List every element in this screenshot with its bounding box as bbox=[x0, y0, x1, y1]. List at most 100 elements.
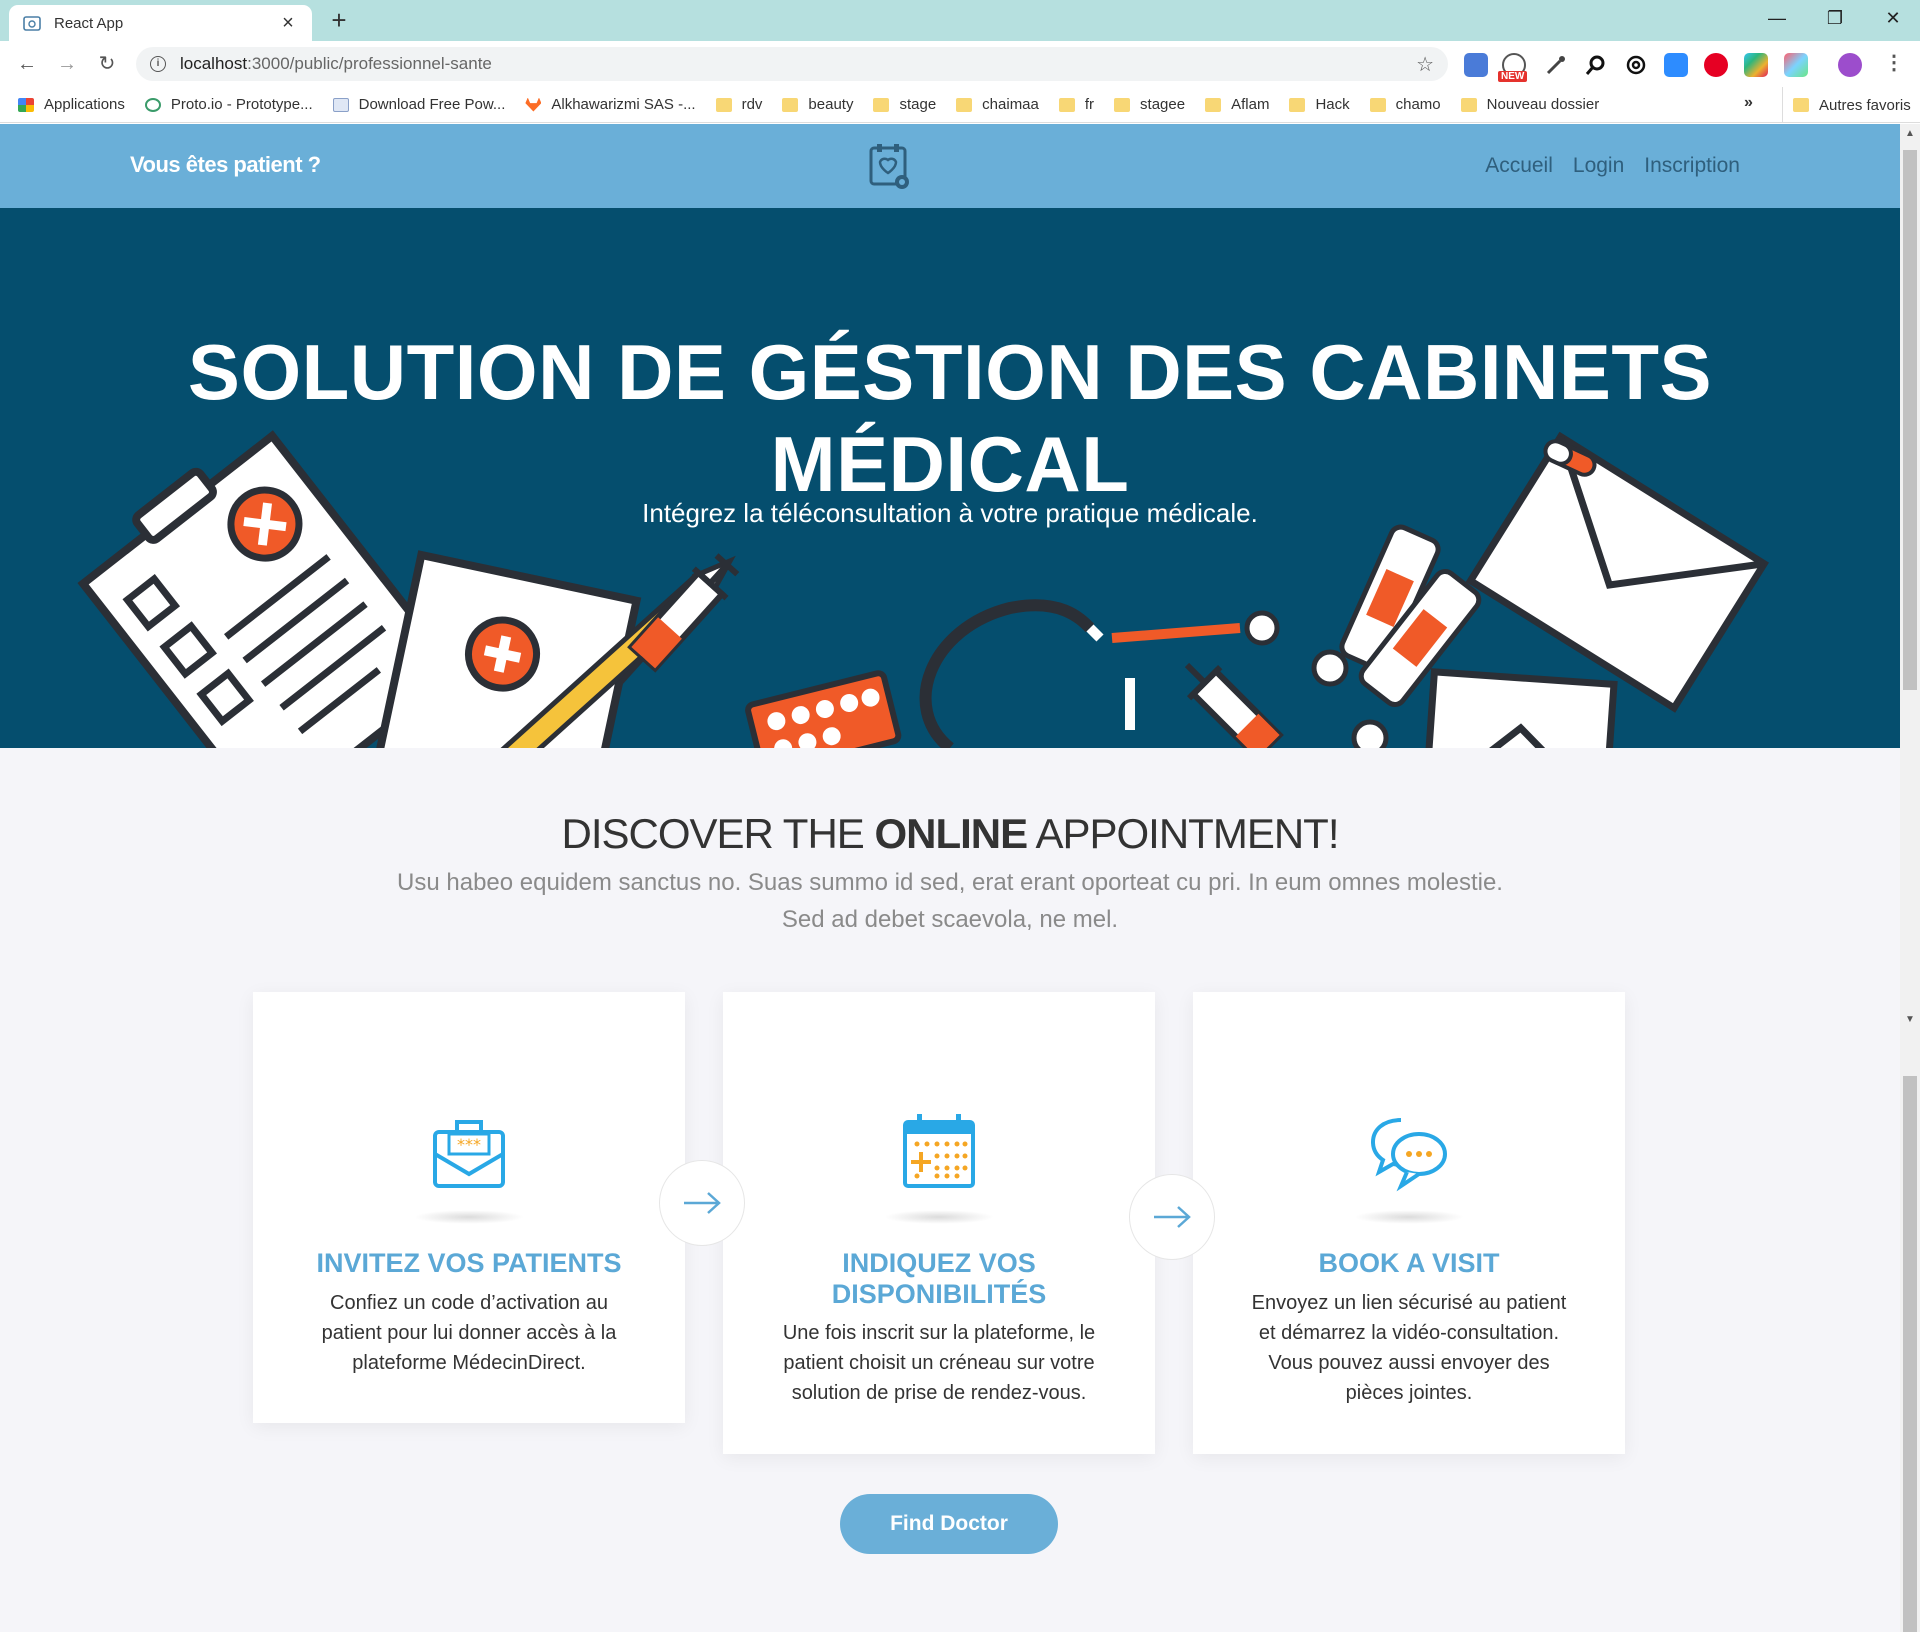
close-window-button[interactable]: ✕ bbox=[1864, 0, 1920, 38]
step-text-line: plateforme MédecinDirect. bbox=[352, 1352, 586, 1374]
discover-text-line2: Sed ad debet scaevola, ne mel. bbox=[781, 906, 1119, 933]
find-doctor-button[interactable]: Find Doctor bbox=[840, 1494, 1058, 1554]
slack-extension-icon[interactable] bbox=[1744, 53, 1768, 77]
forward-button[interactable]: → bbox=[52, 49, 82, 79]
zoom-extension-icon[interactable] bbox=[1664, 53, 1688, 77]
arrow-right-icon bbox=[1154, 1206, 1191, 1228]
clinic-logo-icon[interactable] bbox=[868, 142, 912, 192]
step-title: INVITEZ VOS PATIENTS bbox=[273, 1248, 665, 1279]
icon-shadow bbox=[1354, 1210, 1464, 1224]
envelope-code-icon: *** bbox=[433, 1120, 505, 1188]
reload-button[interactable]: ↻ bbox=[92, 49, 122, 79]
bookmark-label: fr bbox=[1084, 96, 1095, 113]
bookmark-item[interactable]: stagee bbox=[1114, 96, 1185, 113]
discover-title-post: APPOINTMENT! bbox=[1027, 810, 1339, 857]
restore-button[interactable]: ❐ bbox=[1806, 0, 1864, 38]
hero-title-line2: MÉDICAL bbox=[770, 420, 1130, 508]
folder-icon bbox=[1058, 97, 1075, 112]
step-title-line: INDIQUEZ VOS bbox=[842, 1248, 1036, 1278]
search-extension-icon[interactable] bbox=[1584, 53, 1608, 77]
extension-new-badge: NEW bbox=[1498, 71, 1528, 82]
step-text-line: Vous pouvez aussi envoyer des bbox=[1268, 1352, 1550, 1374]
minimize-button[interactable]: — bbox=[1748, 0, 1806, 38]
icon-shadow bbox=[884, 1210, 994, 1224]
bookmark-label: Aflam bbox=[1231, 96, 1270, 113]
discover-text: Usu habeo equidem sanctus no. Suas summo… bbox=[380, 864, 1520, 938]
calendar-icon bbox=[903, 1114, 975, 1188]
step-arrow bbox=[1129, 1174, 1215, 1260]
scrollbar-thumb[interactable] bbox=[1903, 150, 1917, 690]
bookmark-item[interactable]: stage bbox=[873, 96, 936, 113]
discover-title-pre: DISCOVER THE bbox=[561, 810, 875, 857]
bookmark-item[interactable]: rdv bbox=[715, 96, 762, 113]
page-scrollbar[interactable]: ▲ ▼ bbox=[1900, 124, 1920, 1632]
site-header: Vous êtes patient ? Accueil Login Inscri… bbox=[0, 124, 1900, 208]
patient-link[interactable]: Vous êtes patient ? bbox=[130, 152, 321, 178]
bookmark-label: beauty bbox=[808, 96, 854, 113]
folder-icon bbox=[1793, 98, 1809, 112]
back-button[interactable]: ← bbox=[12, 49, 42, 79]
bookmark-item[interactable]: Proto.io - Prototype... bbox=[144, 96, 313, 113]
bookmark-label: Proto.io - Prototype... bbox=[170, 96, 313, 113]
link-extension-icon[interactable] bbox=[1624, 53, 1648, 77]
step-text-line: Une fois inscrit sur la plateforme, le bbox=[782, 1322, 1096, 1344]
arrow-right-icon bbox=[684, 1192, 721, 1214]
scroll-up-icon[interactable]: ▲ bbox=[1904, 128, 1916, 139]
bookmark-star-icon[interactable]: ☆ bbox=[1416, 52, 1434, 77]
bookmark-item[interactable]: Download Free Pow... bbox=[332, 96, 505, 113]
bookmark-item[interactable]: Nouveau dossier bbox=[1460, 96, 1600, 113]
address-bar[interactable]: i localhost:3000/public/professionnel-sa… bbox=[136, 47, 1448, 81]
hero-title-line1: SOLUTION DE GÉSTION DES CABINETS bbox=[187, 328, 1713, 416]
step-title-line: INVITEZ VOS PATIENTS bbox=[316, 1248, 622, 1278]
nav-login[interactable]: Login bbox=[1573, 154, 1624, 178]
discover-text-line1: Usu habeo equidem sanctus no. Suas summo… bbox=[397, 869, 1503, 896]
pill-illustration-2 bbox=[1351, 719, 1389, 748]
step-title: BOOK A VISIT bbox=[1213, 1248, 1605, 1279]
other-bookmarks-label: Autres favoris bbox=[1819, 96, 1911, 114]
page-viewport: Vous êtes patient ? Accueil Login Inscri… bbox=[0, 124, 1900, 1632]
step-card-invite: *** INVITEZ VOS PATIENTS Confiez un code… bbox=[253, 992, 685, 1423]
tab-close-icon[interactable]: × bbox=[278, 13, 298, 33]
bookmark-item[interactable]: Hack bbox=[1289, 96, 1350, 113]
url-text[interactable]: localhost:3000/public/professionnel-sant… bbox=[180, 54, 1416, 74]
bookmark-item[interactable]: Applications bbox=[18, 96, 125, 113]
scroll-down-icon[interactable]: ▼ bbox=[1904, 1014, 1916, 1025]
other-bookmarks[interactable]: Autres favoris bbox=[1782, 87, 1911, 123]
bookmark-item[interactable]: Aflam bbox=[1205, 96, 1269, 113]
hero-subtitle: Intégrez la téléconsultation à votre pra… bbox=[642, 498, 1258, 528]
hero-title: SOLUTION DE GÉSTION DES CABINETS MÉDICAL bbox=[0, 326, 1900, 510]
scrollbar-thumb-lower[interactable] bbox=[1903, 1076, 1917, 1632]
eyedropper-extension-icon[interactable] bbox=[1544, 53, 1568, 77]
bookmarks-overflow-button[interactable]: » bbox=[1744, 94, 1753, 112]
folder-icon bbox=[782, 97, 799, 112]
bookmark-item[interactable]: chaimaa bbox=[956, 96, 1039, 113]
bookmark-item[interactable]: beauty bbox=[782, 96, 853, 113]
bookmark-item[interactable]: fr bbox=[1058, 96, 1095, 113]
folder-icon bbox=[715, 97, 732, 112]
pinterest-extension-icon[interactable] bbox=[1704, 53, 1728, 77]
apps-grid-icon bbox=[18, 97, 34, 112]
bookmark-label: Applications bbox=[44, 96, 125, 113]
nav-accueil[interactable]: Accueil bbox=[1485, 154, 1553, 178]
nav-inscription[interactable]: Inscription bbox=[1644, 154, 1740, 178]
folder-icon bbox=[873, 97, 890, 112]
translate-extension-icon[interactable] bbox=[1464, 53, 1488, 77]
pill-pack-illustration bbox=[745, 670, 902, 748]
browser-menu-icon[interactable]: ⋮ bbox=[1884, 50, 1904, 75]
profile-avatar-icon[interactable] bbox=[1838, 53, 1862, 77]
new-tab-button[interactable]: + bbox=[324, 6, 354, 36]
cube-extension-icon[interactable] bbox=[1784, 53, 1808, 77]
pill-illustration bbox=[1311, 649, 1349, 687]
bookmark-label: Alkhawarizmi SAS -... bbox=[551, 96, 696, 113]
chat-bubbles-icon bbox=[1370, 1118, 1447, 1192]
bookmark-label: Hack bbox=[1315, 96, 1350, 113]
folder-icon bbox=[1114, 97, 1131, 112]
react-favicon-icon bbox=[23, 16, 41, 31]
gitlab-icon bbox=[525, 97, 542, 112]
site-info-icon[interactable]: i bbox=[150, 56, 166, 72]
folder-icon bbox=[1460, 97, 1477, 112]
bookmark-label: Nouveau dossier bbox=[1486, 96, 1600, 113]
bookmark-item[interactable]: Alkhawarizmi SAS -... bbox=[525, 96, 696, 113]
browser-tab[interactable]: React App × bbox=[9, 5, 312, 41]
bookmark-item[interactable]: chamo bbox=[1369, 96, 1441, 113]
